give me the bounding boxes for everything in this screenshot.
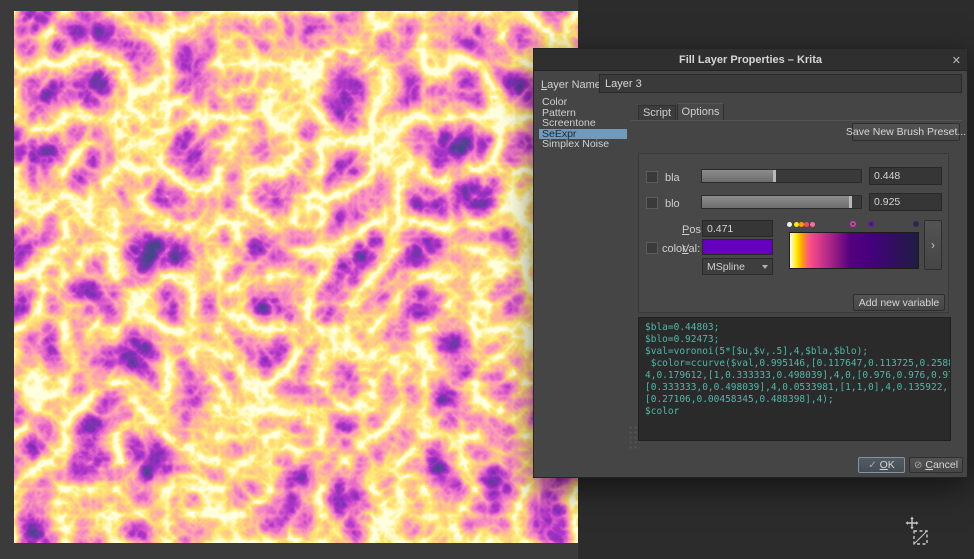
color-value-swatch[interactable] bbox=[702, 239, 773, 255]
gradient-stop-marker[interactable] bbox=[804, 222, 809, 227]
blo-slider[interactable] bbox=[701, 195, 862, 209]
bla-label: bla bbox=[665, 172, 680, 184]
script-line: $bla=0.44803; bbox=[645, 322, 944, 334]
blo-slider-fill bbox=[702, 196, 849, 208]
dropdown-arrow-icon bbox=[762, 265, 768, 269]
blo-enabled-checkbox[interactable] bbox=[646, 197, 658, 209]
layer-name-label: Layer Name: bbox=[541, 79, 604, 91]
canvas-artwork[interactable] bbox=[14, 11, 578, 543]
check-icon: ✓ bbox=[868, 460, 876, 471]
script-line: $val=voronoi(5*[$u,$v,.5],4,$bla,$blo); bbox=[645, 346, 944, 358]
canvas-scroll-area[interactable] bbox=[0, 0, 578, 559]
save-new-brush-preset-button[interactable]: Save New Brush Preset... bbox=[852, 123, 960, 141]
gradient-stop-marker[interactable] bbox=[850, 221, 856, 227]
tab-pane-border bbox=[631, 120, 962, 121]
dialog-titlebar[interactable]: Fill Layer Properties – Krita ✕ bbox=[534, 49, 967, 71]
script-line: 4,0.179612,[1,0.333333,0.498039],4,0,[0.… bbox=[645, 370, 944, 382]
pos-label: Pos: bbox=[682, 224, 704, 236]
scroll-right-icon[interactable]: › bbox=[924, 220, 942, 270]
gradient-stop-marker[interactable] bbox=[913, 221, 919, 227]
tab-script[interactable]: Script bbox=[638, 105, 676, 120]
val-label: Val: bbox=[682, 243, 700, 255]
close-icon[interactable]: ✕ bbox=[952, 49, 961, 71]
bla-slider-fill bbox=[702, 170, 773, 182]
bla-slider[interactable] bbox=[701, 169, 862, 183]
interpolation-combo[interactable]: MSpline bbox=[702, 258, 773, 275]
cancel-icon: ⊘ bbox=[914, 460, 922, 471]
gradient-stop-marker[interactable] bbox=[799, 222, 804, 227]
script-line: $blo=0.92473; bbox=[645, 334, 944, 346]
blo-value-input[interactable]: 0.925 bbox=[869, 193, 942, 211]
generator-item-color[interactable]: Color bbox=[539, 97, 627, 108]
pos-value-input[interactable]: 0.471 bbox=[702, 220, 773, 237]
blo-label: blo bbox=[665, 198, 680, 210]
tab-options[interactable]: Options bbox=[677, 103, 724, 120]
script-line: $color bbox=[645, 406, 944, 418]
cancel-button-label: Cancel bbox=[925, 459, 958, 471]
gradient-stop-marker[interactable] bbox=[787, 222, 792, 227]
ok-button-label: OK bbox=[880, 459, 895, 471]
script-line: $color=ccurve($val,0.995146,[0.117647,0.… bbox=[645, 358, 944, 370]
gradient-stop-marker[interactable] bbox=[810, 222, 815, 227]
generator-list: ColorPatternScreentoneSeExprSimplex Nois… bbox=[539, 97, 627, 451]
blo-slider-handle[interactable] bbox=[849, 196, 852, 208]
cancel-button[interactable]: ⊘ Cancel bbox=[909, 457, 963, 473]
fill-layer-properties-dialog: Fill Layer Properties – Krita ✕ Layer Na… bbox=[533, 48, 968, 478]
gradient-stops bbox=[788, 220, 920, 231]
script-line: [0.333333,0,0.498039],4,0.0533981,[1,1,0… bbox=[645, 382, 944, 394]
gradient-stop-marker[interactable] bbox=[794, 222, 799, 227]
script-output[interactable]: $bla=0.44803;$blo=0.92473;$val=voronoi(5… bbox=[638, 317, 951, 441]
move-tool-cursor-icon bbox=[903, 516, 931, 548]
bla-slider-handle[interactable] bbox=[773, 170, 776, 182]
generator-item-screentone[interactable]: Screentone bbox=[539, 118, 627, 129]
ok-button[interactable]: ✓ OK bbox=[858, 457, 905, 473]
krita-workspace: Fill Layer Properties – Krita ✕ Layer Na… bbox=[0, 0, 974, 559]
color-enabled-checkbox[interactable] bbox=[646, 242, 658, 254]
bla-value-input[interactable]: 0.448 bbox=[869, 167, 942, 185]
gradient-stop-marker[interactable] bbox=[868, 221, 874, 227]
generator-item-simplex-noise[interactable]: Simplex Noise bbox=[539, 139, 627, 150]
gradient-bar[interactable] bbox=[789, 232, 919, 269]
bla-enabled-checkbox[interactable] bbox=[646, 171, 658, 183]
gradient-editor bbox=[788, 220, 920, 270]
dialog-title: Fill Layer Properties – Krita bbox=[679, 54, 822, 66]
layer-name-input[interactable]: Layer 3 bbox=[599, 74, 962, 93]
interpolation-value: MSpline bbox=[707, 261, 745, 273]
variables-panel: bla 0.448 blo 0.925 color Pos: 0.471 Val… bbox=[638, 153, 949, 313]
add-new-variable-button[interactable]: Add new variable bbox=[853, 294, 945, 311]
script-line: [0.27106,0.00458345,0.488398],4); bbox=[645, 394, 944, 406]
